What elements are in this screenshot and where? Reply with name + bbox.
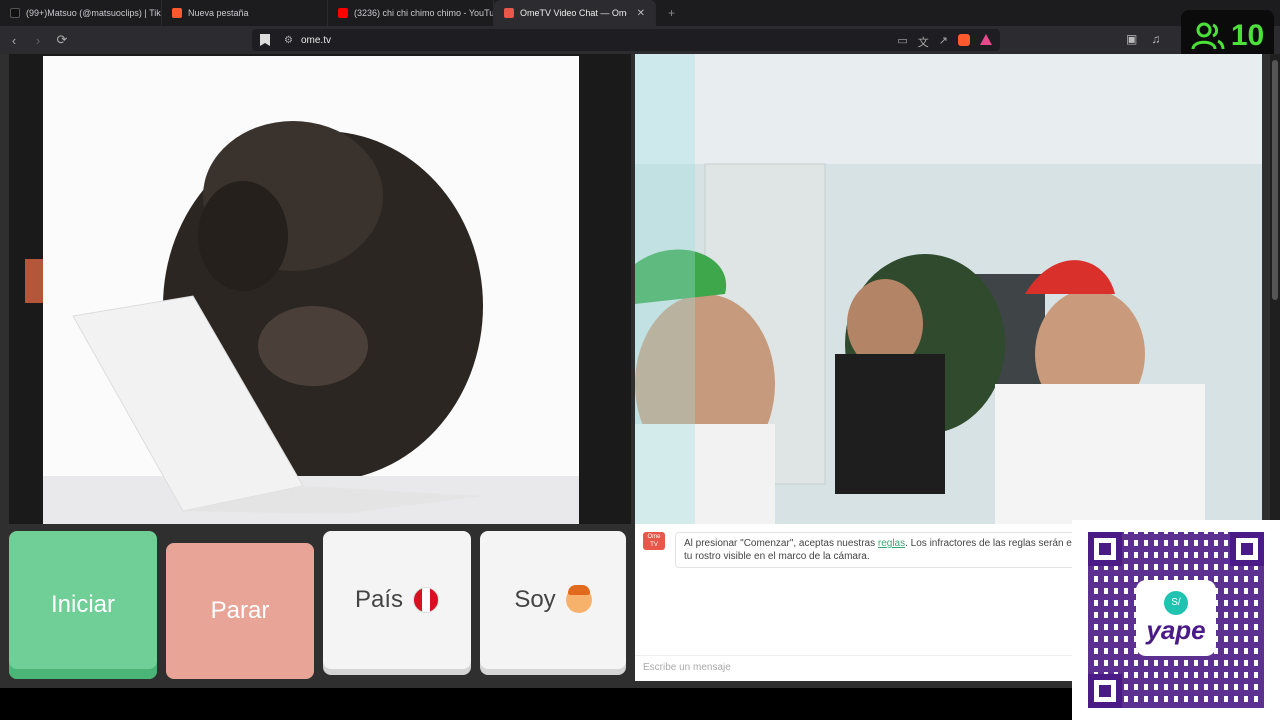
brave-rewards-icon[interactable] <box>980 34 992 45</box>
back-icon[interactable]: ‹ <box>4 33 24 48</box>
qr-finder <box>1088 674 1122 708</box>
tab-new[interactable]: Nueva pestaña <box>162 0 328 26</box>
tab-label: Nueva pestaña <box>188 8 249 18</box>
system-msg-text-2: . Los infractores de las reglas serán ex <box>905 538 1075 549</box>
music-icon[interactable]: ♫ <box>1151 32 1160 46</box>
remote-video <box>635 54 1262 524</box>
yape-qr-code: S/ yape <box>1072 520 1280 720</box>
tiktok-icon <box>10 8 20 18</box>
stop-button[interactable]: Parar <box>166 543 314 679</box>
boy-face-icon <box>565 585 592 613</box>
site-settings-icon[interactable]: ⚙ <box>284 35 293 46</box>
ometv-icon <box>504 8 514 18</box>
url-text: ome.tv <box>300 34 331 46</box>
brave-shields-icon[interactable] <box>958 34 970 46</box>
chat-panel: Ome TV Al presionar "Comenzar", aceptas … <box>635 524 1075 681</box>
tab-youtube[interactable]: (3236) chi chi chimo chimo - YouTube <box>328 0 494 26</box>
country-button[interactable]: País <box>323 531 471 669</box>
stop-label: Parar <box>210 597 270 624</box>
share-icon[interactable]: ↗ <box>939 34 948 50</box>
gender-button[interactable]: Soy <box>480 531 626 669</box>
users-icon <box>1191 22 1225 50</box>
bookmark-icon[interactable] <box>260 34 270 46</box>
peru-flag-icon <box>413 587 440 613</box>
chimp-laptop-image <box>43 56 579 524</box>
url-field[interactable]: ⚙ ome.tv ▭ 文 ↗ <box>252 29 1000 51</box>
brave-icon <box>172 8 182 18</box>
start-label: Iniciar <box>50 591 116 618</box>
yape-brand: yape <box>1146 614 1206 645</box>
thumbnail-peek <box>25 259 43 303</box>
control-panel: Iniciar Parar País Soy <box>9 531 631 681</box>
viewer-count: 10 <box>1230 19 1265 52</box>
close-tab-icon[interactable]: ✕ <box>637 8 645 19</box>
new-tab-icon[interactable]: + <box>668 6 675 20</box>
system-message: Al presionar "Comenzar", aceptas nuestra… <box>675 532 1075 568</box>
tab-bar: (99+)Matsuo (@matsuoclips) | TikTok Nuev… <box>0 0 1280 26</box>
tab-ometv[interactable]: OmeTV Video Chat — Omegle ✕ <box>494 0 656 26</box>
translate-icon[interactable]: 文 <box>918 34 929 50</box>
system-msg-line2: tu rostro visible en el marco de la cáma… <box>684 551 870 562</box>
tab-label: OmeTV Video Chat — Omegle <box>520 8 627 18</box>
tab-label: (99+)Matsuo (@matsuoclips) | TikTok <box>26 8 162 18</box>
start-button[interactable]: Iniciar <box>9 531 157 679</box>
forward-icon[interactable]: › <box>28 33 48 48</box>
yape-sol-icon: S/ <box>1164 590 1188 615</box>
qr-finder <box>1088 532 1122 566</box>
yape-logo: S/ yape <box>1136 580 1216 656</box>
reload-icon[interactable]: ⟳ <box>52 32 72 48</box>
reader-icon[interactable]: ▣ <box>1126 32 1137 46</box>
country-label: País <box>354 586 404 613</box>
tab-tiktok[interactable]: (99+)Matsuo (@matsuoclips) | TikTok <box>0 0 162 26</box>
tab-label: (3236) chi chi chimo chimo - YouTube <box>354 8 494 18</box>
local-video <box>9 54 631 524</box>
youtube-icon <box>338 8 348 18</box>
address-bar: ‹ › ⟳ ⚙ ome.tv ▭ 文 ↗ ▣ ♫ <box>0 26 1280 54</box>
ometv-logo: Ome TV <box>643 532 665 550</box>
bottom-bar <box>0 688 1072 720</box>
rules-link[interactable]: reglas <box>878 538 905 549</box>
gender-label: Soy <box>514 586 556 613</box>
scrollbar-thumb[interactable] <box>1272 60 1278 300</box>
system-msg-text: Al presionar "Comenzar", aceptas nuestra… <box>684 538 878 549</box>
qr-finder <box>1230 532 1264 566</box>
screen-icon[interactable]: ▭ <box>897 34 907 50</box>
message-input[interactable]: Escribe un mensaje <box>635 655 1075 681</box>
